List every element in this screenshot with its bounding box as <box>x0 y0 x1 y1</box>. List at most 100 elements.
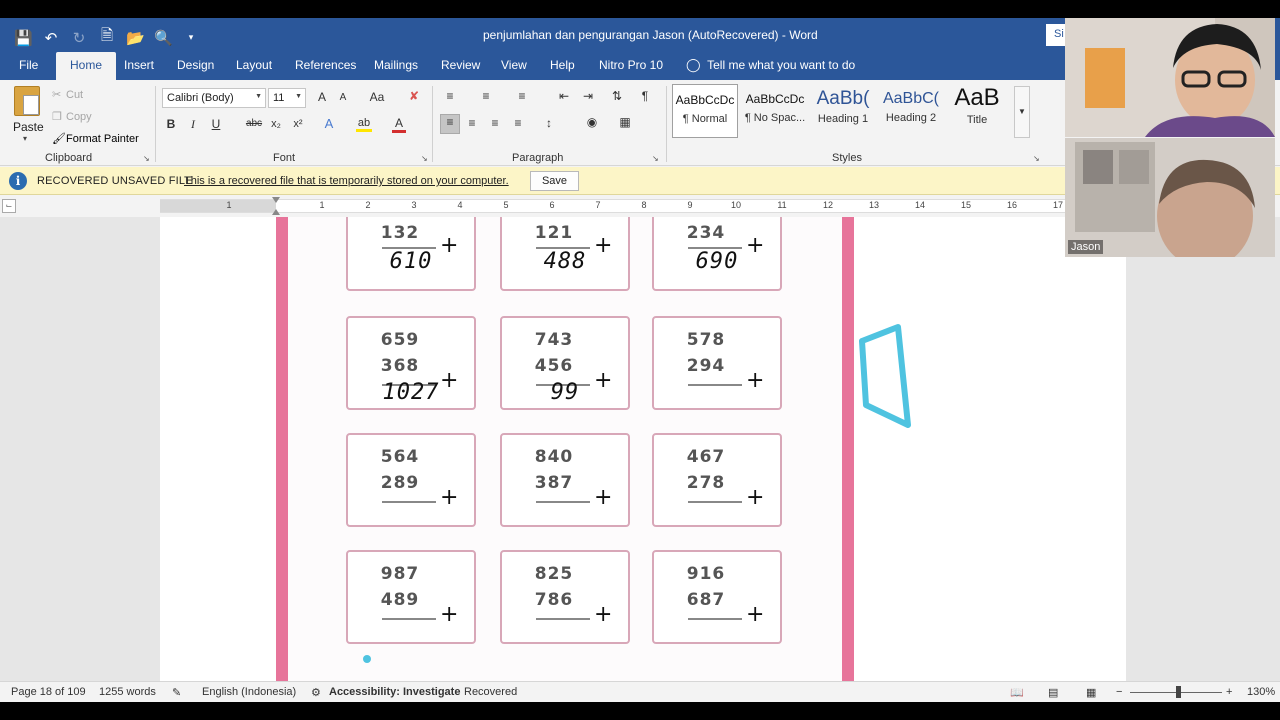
page-count[interactable]: Page 18 of 109 <box>11 686 86 698</box>
problem-number-2: 786 <box>534 590 574 610</box>
tab-design[interactable]: Design <box>177 52 214 80</box>
open-folder-icon[interactable]: 📂 <box>126 29 145 47</box>
styles-more-button[interactable]: ▼ <box>1014 86 1030 138</box>
tab-references[interactable]: References <box>295 52 356 80</box>
tab-help[interactable]: Help <box>550 52 575 80</box>
document-area[interactable]: 132 + 610 121 + 488 234 + 690 659 368 + … <box>0 217 1280 681</box>
read-mode-icon[interactable]: 📖 <box>1010 686 1024 699</box>
document-page[interactable]: 132 + 610 121 + 488 234 + 690 659 368 + … <box>160 217 1126 681</box>
copy-button[interactable]: ❐ Copy <box>52 110 92 123</box>
tab-selector-icon[interactable]: ⌙ <box>2 199 16 213</box>
increase-indent-icon[interactable]: ⇥ <box>580 89 596 103</box>
align-center-icon[interactable]: ≡ <box>464 116 480 130</box>
tab-file[interactable]: File <box>19 52 38 80</box>
horizontal-ruler[interactable]: 1 1 2 3 4 5 6 7 8 9 10 11 12 13 14 15 16… <box>160 197 1066 215</box>
highlight-button[interactable]: ab <box>356 117 372 132</box>
webcam-feed-teacher <box>1065 18 1275 137</box>
italic-button[interactable]: I <box>186 117 200 132</box>
text-effects-button[interactable]: A <box>322 116 336 131</box>
style-no-spacing[interactable]: AaBbCcDc ¶ No Spac... <box>742 84 808 138</box>
problem-number-2: 687 <box>686 590 726 610</box>
paintbrush-icon: 🖌 <box>52 133 66 145</box>
style-title[interactable]: AaB Title <box>944 84 1010 138</box>
bold-button[interactable]: B <box>164 117 178 131</box>
language-indicator[interactable]: English (Indonesia) <box>202 686 296 698</box>
problem-box: 234 + 690 <box>652 217 782 291</box>
new-document-icon[interactable]: 🗎 <box>98 25 116 50</box>
cut-button[interactable]: ✂ Cut <box>52 88 83 101</box>
shrink-font-button[interactable]: A <box>336 92 350 103</box>
styles-launcher-icon[interactable]: ↘ <box>1033 154 1040 163</box>
tab-mailings[interactable]: Mailings <box>374 52 418 80</box>
message-link[interactable]: This is a recovered file that is tempora… <box>184 175 509 187</box>
indent-marker-icon[interactable] <box>272 197 280 215</box>
paste-dropdown-icon[interactable]: ▾ <box>23 134 27 143</box>
tab-home[interactable]: Home <box>56 52 117 80</box>
multilevel-list-icon[interactable]: ≡ <box>514 89 530 103</box>
clear-formatting-icon[interactable]: ✘ <box>406 89 422 103</box>
redo-icon[interactable]: ↻ <box>70 29 88 47</box>
subscript-button[interactable]: x₂ <box>269 118 283 130</box>
font-color-button[interactable]: A <box>392 116 406 133</box>
strikethrough-button[interactable]: abc <box>244 118 264 129</box>
word-count[interactable]: 1255 words <box>99 686 156 698</box>
worksheet-border-right <box>842 217 854 681</box>
status-bar: Page 18 of 109 1255 words ✎ English (Ind… <box>0 681 1280 702</box>
numbering-icon[interactable]: ≡ <box>478 89 494 103</box>
style-heading-1[interactable]: AaBb( Heading 1 <box>810 84 876 138</box>
format-painter-button[interactable]: 🖌Format Painter <box>52 132 139 145</box>
tab-review[interactable]: Review <box>441 52 480 80</box>
sort-icon[interactable]: ⇅ <box>609 89 625 103</box>
font-family-select[interactable]: Calibri (Body) ▼ <box>162 88 266 108</box>
justify-icon[interactable]: ≡ <box>510 116 526 130</box>
clipboard-launcher-icon[interactable]: ↘ <box>143 154 150 163</box>
align-right-icon[interactable]: ≡ <box>487 116 503 130</box>
underline-button[interactable]: U <box>209 117 223 131</box>
paragraph-launcher-icon[interactable]: ↘ <box>652 154 659 163</box>
document-title: penjumlahan dan pengurangan Jason (AutoR… <box>483 28 818 42</box>
ruler-number: 15 <box>960 200 972 210</box>
zoom-level[interactable]: 130% <box>1247 686 1275 698</box>
tell-me-search[interactable]: ◯ Tell me what you want to do <box>686 52 855 80</box>
proofing-icon[interactable]: ✎ <box>172 686 181 699</box>
accessibility-status[interactable]: Accessibility: Investigate <box>329 686 460 698</box>
problem-line <box>688 618 742 620</box>
tab-view[interactable]: View <box>501 52 527 80</box>
separator <box>432 86 433 162</box>
font-launcher-icon[interactable]: ↘ <box>421 154 428 163</box>
message-save-button[interactable]: Save <box>530 171 579 191</box>
paste-icon[interactable] <box>14 86 40 116</box>
zoom-slider-thumb[interactable] <box>1176 686 1181 698</box>
problem-number-2: 294 <box>686 356 726 376</box>
save-icon[interactable]: 💾 <box>14 29 33 47</box>
font-size-select[interactable]: 11 ▼ <box>268 88 306 108</box>
change-case-button[interactable]: Aa <box>362 90 392 104</box>
borders-icon[interactable]: ▦ <box>616 115 634 129</box>
print-preview-icon[interactable]: 🔍 <box>154 29 173 47</box>
bullets-icon[interactable]: ≡ <box>442 89 458 103</box>
decrease-indent-icon[interactable]: ⇤ <box>556 89 572 103</box>
grow-font-button[interactable]: A <box>314 90 330 104</box>
show-formatting-icon[interactable]: ¶ <box>638 89 652 103</box>
worksheet-border-left <box>276 217 288 681</box>
ruler-number: 1 <box>319 200 325 210</box>
zoom-out-button[interactable]: − <box>1116 686 1122 698</box>
style-normal[interactable]: AaBbCcDc ¶ Normal <box>672 84 738 138</box>
tab-nitro-pro[interactable]: Nitro Pro 10 <box>599 52 663 80</box>
undo-icon[interactable]: ↶ <box>42 29 60 47</box>
problem-number-1: 234 <box>686 223 726 243</box>
style-heading-2[interactable]: AaBbC( Heading 2 <box>878 84 944 138</box>
align-left-icon[interactable]: ≡ <box>440 114 460 134</box>
superscript-button[interactable]: x² <box>291 118 305 130</box>
print-layout-icon[interactable]: ▤ <box>1048 686 1058 699</box>
line-spacing-icon[interactable]: ↕ <box>538 116 560 130</box>
paste-button[interactable]: Paste <box>13 120 44 134</box>
shading-icon[interactable]: ◉ <box>582 115 602 129</box>
customize-qat-icon[interactable]: ▾ <box>182 32 200 43</box>
web-layout-icon[interactable]: ▦ <box>1086 686 1096 699</box>
tab-insert[interactable]: Insert <box>124 52 154 80</box>
problem-box: 578 294 + <box>652 316 782 410</box>
tab-layout[interactable]: Layout <box>236 52 272 80</box>
problem-line <box>688 384 742 386</box>
zoom-in-button[interactable]: + <box>1226 686 1232 698</box>
